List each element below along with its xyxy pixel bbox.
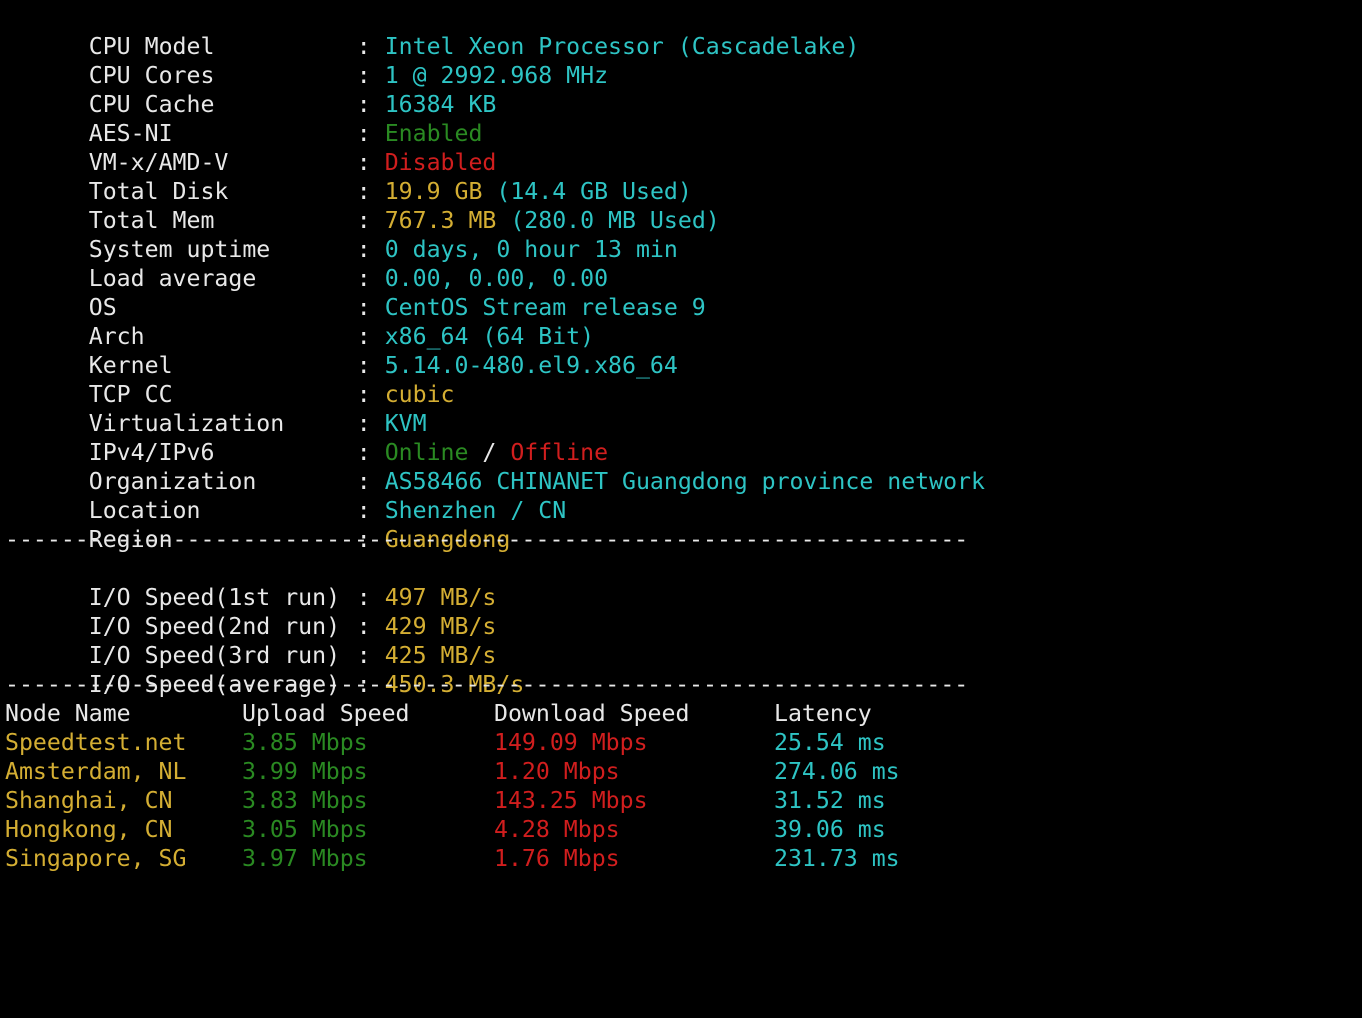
upload-speed: 3.83 Mbps xyxy=(242,787,368,814)
sysinfo-row: Region: Guangdong xyxy=(5,496,1355,553)
node-name: Singapore, SG xyxy=(5,845,187,872)
latency: 274.06 ms xyxy=(774,758,900,785)
sysinfo-block: CPU Model: Intel Xeon Processor (Cascade… xyxy=(5,3,1355,553)
table-row: Hongkong, CN 3.05 Mbps 4.28 Mbps 39.06 m… xyxy=(5,815,1355,844)
download-speed: 149.09 Mbps xyxy=(494,729,648,756)
upload-speed: 3.85 Mbps xyxy=(242,729,368,756)
header-upload-speed: Upload Speed xyxy=(242,700,410,727)
speedtest-table: Node Name Upload Speed Download Speed La… xyxy=(5,699,1355,873)
header-latency: Latency xyxy=(774,700,872,727)
download-speed: 4.28 Mbps xyxy=(494,816,620,843)
sysinfo-row: Total Disk: 19.9 GB (14.4 GB Used) xyxy=(5,148,1355,205)
sysinfo-row: Organization: AS58466 CHINANET Guangdong… xyxy=(5,438,1355,495)
sysinfo-row: TCP CC: cubic xyxy=(5,351,1355,408)
sysinfo-row: Load average: 0.00, 0.00, 0.00 xyxy=(5,235,1355,292)
sysinfo-row: Location: Shenzhen / CN xyxy=(5,467,1355,524)
io-row: I/O Speed(average): 450.3 MB/s xyxy=(5,641,1355,698)
latency: 31.52 ms xyxy=(774,787,886,814)
header-node-name: Node Name xyxy=(5,700,131,727)
sysinfo-row: OS: CentOS Stream release 9 xyxy=(5,264,1355,321)
header-download-speed: Download Speed xyxy=(494,700,690,727)
upload-speed: 3.05 Mbps xyxy=(242,816,368,843)
table-row: Singapore, SG 3.97 Mbps 1.76 Mbps 231.73… xyxy=(5,844,1355,873)
table-row: Shanghai, CN 3.83 Mbps 143.25 Mbps 31.52… xyxy=(5,786,1355,815)
table-header-row: Node Name Upload Speed Download Speed La… xyxy=(5,699,1355,728)
download-speed: 143.25 Mbps xyxy=(494,787,648,814)
latency: 25.54 ms xyxy=(774,729,886,756)
separator-line: ----------------------------------------… xyxy=(5,671,969,698)
separator-line: ----------------------------------------… xyxy=(5,526,969,553)
sysinfo-row: AES-NI: Enabled xyxy=(5,90,1355,147)
sysinfo-row: Arch: x86_64 (64 Bit) xyxy=(5,293,1355,350)
latency: 231.73 ms xyxy=(774,845,900,872)
sysinfo-row: VM-x/AMD-V: Disabled xyxy=(5,119,1355,176)
upload-speed: 3.99 Mbps xyxy=(242,758,368,785)
node-name: Hongkong, CN xyxy=(5,816,173,843)
upload-speed: 3.97 Mbps xyxy=(242,845,368,872)
sysinfo-row: CPU Model: Intel Xeon Processor (Cascade… xyxy=(5,3,1355,60)
node-name: Amsterdam, NL xyxy=(5,758,187,785)
io-row: I/O Speed(2nd run): 429 MB/s xyxy=(5,583,1355,640)
io-row: I/O Speed(3rd run): 425 MB/s xyxy=(5,612,1355,669)
sysinfo-row: CPU Cores: 1 @ 2992.968 MHz xyxy=(5,32,1355,89)
table-row: Amsterdam, NL 3.99 Mbps 1.20 Mbps 274.06… xyxy=(5,757,1355,786)
terminal-output: CPU Model: Intel Xeon Processor (Cascade… xyxy=(5,3,1355,873)
node-name: Speedtest.net xyxy=(5,729,187,756)
io-block: I/O Speed(1st run): 497 MB/s I/O Speed(2… xyxy=(5,554,1355,698)
sysinfo-row: Kernel: 5.14.0-480.el9.x86_64 xyxy=(5,322,1355,379)
sysinfo-row: IPv4/IPv6: Online / Offline xyxy=(5,409,1355,466)
io-row: I/O Speed(1st run): 497 MB/s xyxy=(5,554,1355,611)
download-speed: 1.20 Mbps xyxy=(494,758,620,785)
download-speed: 1.76 Mbps xyxy=(494,845,620,872)
sysinfo-row: Virtualization: KVM xyxy=(5,380,1355,437)
sysinfo-row: System uptime: 0 days, 0 hour 13 min xyxy=(5,206,1355,263)
latency: 39.06 ms xyxy=(774,816,886,843)
node-name: Shanghai, CN xyxy=(5,787,173,814)
table-row: Speedtest.net 3.85 Mbps 149.09 Mbps 25.5… xyxy=(5,728,1355,757)
sysinfo-row: Total Mem: 767.3 MB (280.0 MB Used) xyxy=(5,177,1355,234)
sysinfo-row: CPU Cache: 16384 KB xyxy=(5,61,1355,118)
